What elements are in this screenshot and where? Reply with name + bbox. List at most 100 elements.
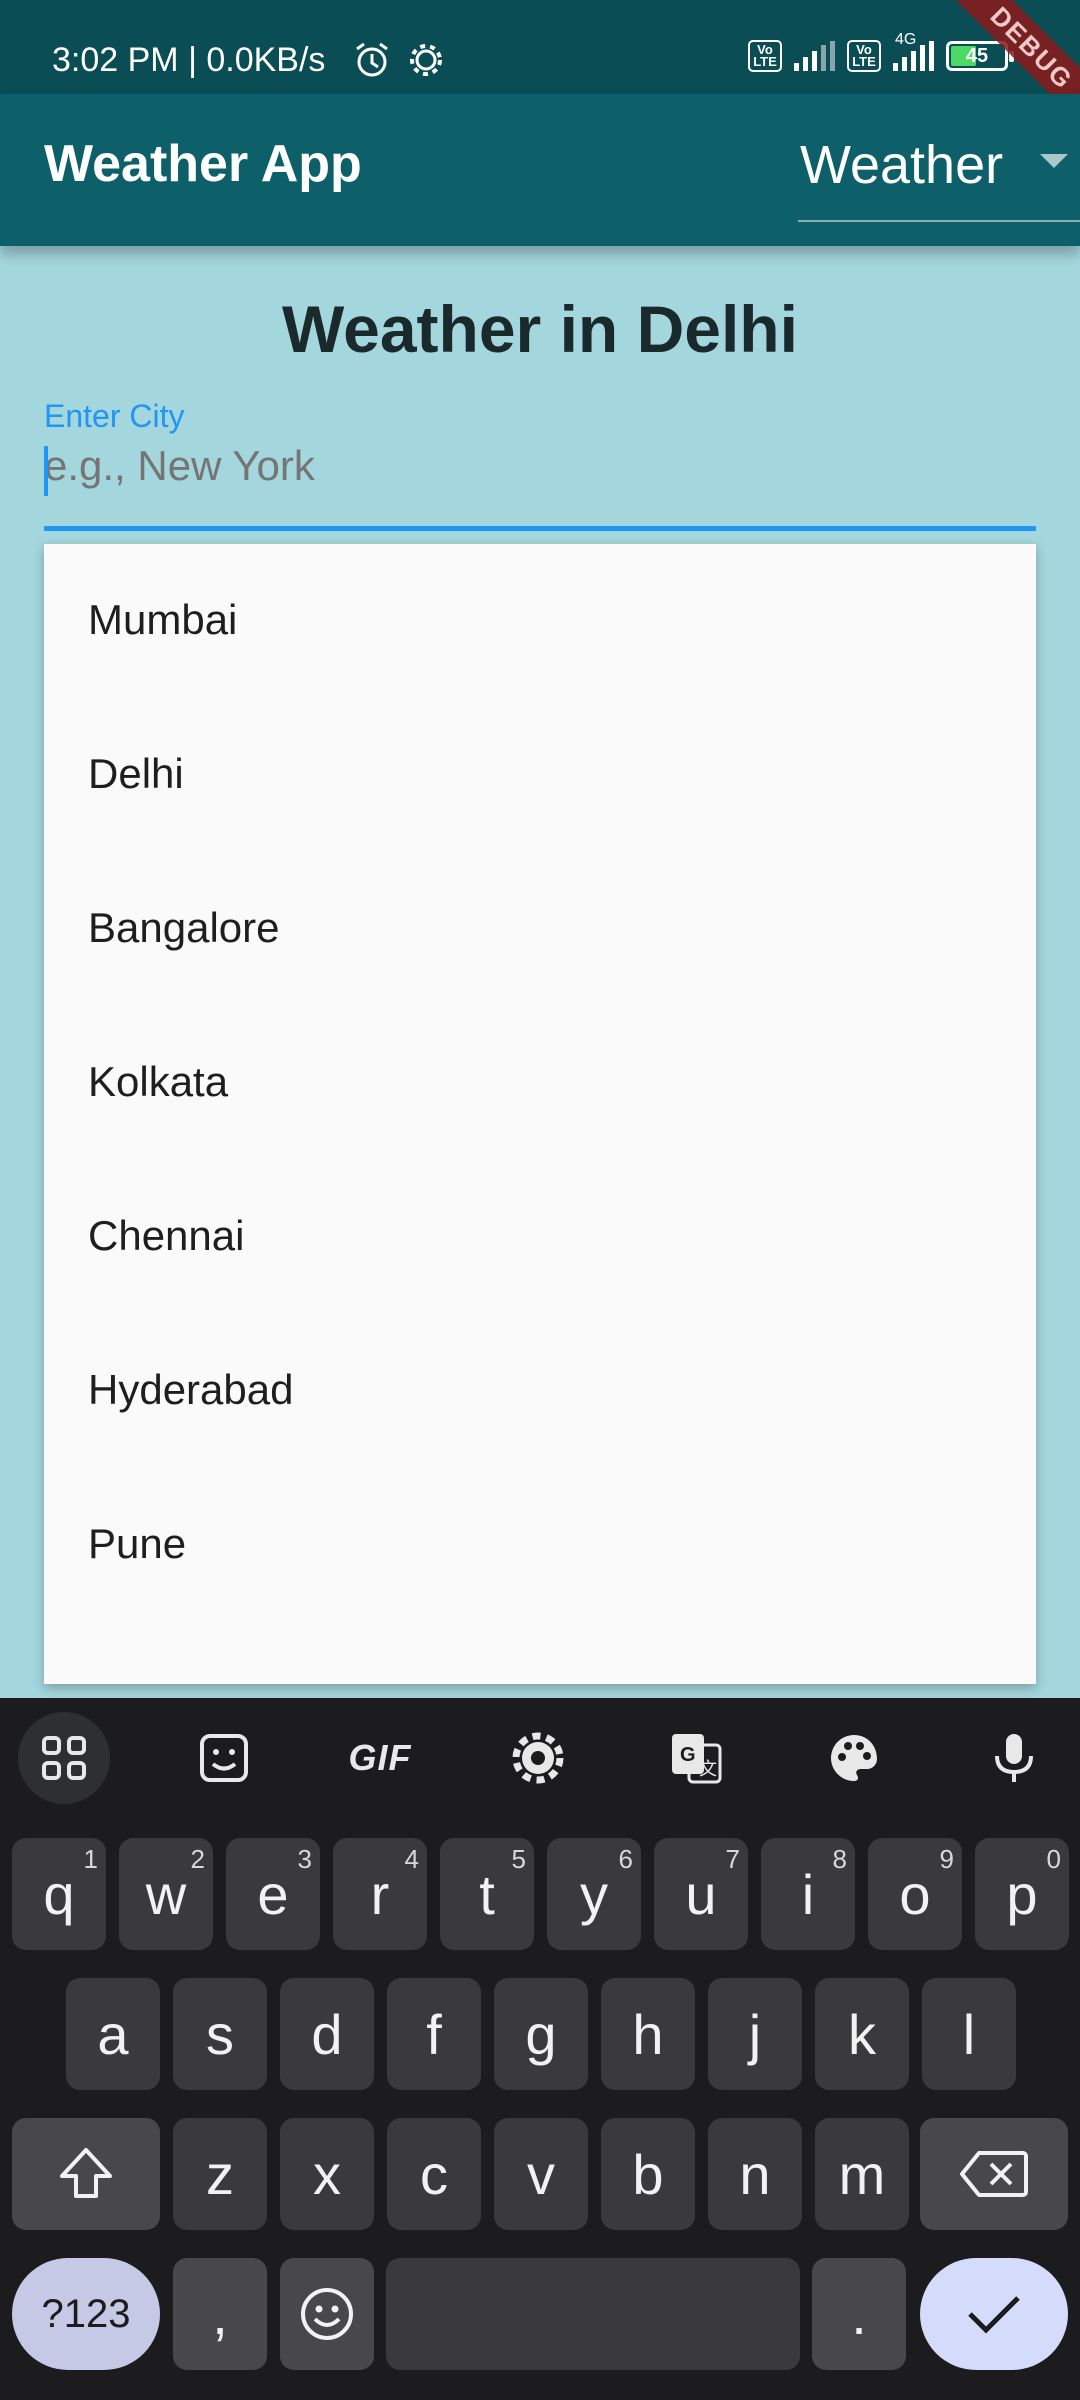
period-key[interactable]: .: [812, 2258, 906, 2370]
key-l[interactable]: l: [922, 1978, 1016, 2090]
signal-strength-icon: [794, 41, 835, 71]
key-hint: 2: [190, 1844, 205, 1874]
key-i[interactable]: i8: [761, 1838, 855, 1950]
checkmark-icon: [968, 2296, 1020, 2334]
symbols-key[interactable]: ?123: [12, 2258, 160, 2370]
suggestion-item[interactable]: Hyderabad: [44, 1314, 1036, 1468]
key-b[interactable]: b: [601, 2118, 695, 2230]
key-g[interactable]: g: [494, 1978, 588, 2090]
key-d[interactable]: d: [280, 1978, 374, 2090]
translate-icon[interactable]: G文: [650, 1712, 742, 1804]
suggestion-item[interactable]: Chennai: [44, 1160, 1036, 1314]
key-label: .: [851, 2282, 867, 2346]
suggestion-label: Delhi: [88, 750, 184, 797]
key-u[interactable]: u7: [654, 1838, 748, 1950]
network-type: 4G: [893, 31, 934, 71]
key-o[interactable]: o9: [868, 1838, 962, 1950]
city-suggestions-list: Mumbai Delhi Bangalore Kolkata Chennai H…: [44, 544, 1036, 1684]
key-label: v: [527, 2142, 555, 2206]
battery-level: 45: [965, 45, 989, 67]
key-hint: 3: [297, 1844, 312, 1874]
suggestion-item[interactable]: Mumbai: [44, 544, 1036, 698]
suggestion-item[interactable]: Bangalore: [44, 852, 1036, 1006]
key-label: u: [685, 1862, 717, 1926]
palette-icon[interactable]: [808, 1712, 900, 1804]
app-bar: Weather App Weather: [0, 94, 1080, 246]
city-input[interactable]: [44, 438, 1036, 494]
gear-icon[interactable]: [492, 1712, 584, 1804]
settings-gear-icon: [406, 40, 446, 85]
key-h[interactable]: h: [601, 1978, 695, 2090]
shift-arrow-icon: [60, 2148, 112, 2198]
key-e[interactable]: e3: [226, 1838, 320, 1950]
key-w[interactable]: w2: [119, 1838, 213, 1950]
key-k[interactable]: k: [815, 1978, 909, 2090]
key-label: a: [97, 2002, 129, 2066]
suggestion-label: Hyderabad: [88, 1366, 294, 1413]
key-v[interactable]: v: [494, 2118, 588, 2230]
key-f[interactable]: f: [387, 1978, 481, 2090]
status-time: 3:02 PM | 0.0KB/s: [52, 41, 326, 79]
key-a[interactable]: a: [66, 1978, 160, 2090]
key-j[interactable]: j: [708, 1978, 802, 2090]
suggestion-label: Pune: [88, 1520, 187, 1567]
text-cursor: [44, 446, 48, 496]
microphone-icon[interactable]: [968, 1712, 1060, 1804]
battery-icon: 45: [946, 41, 1014, 71]
enter-key[interactable]: [920, 2258, 1068, 2370]
emoji-icon: [301, 2288, 353, 2340]
suggestion-label: Mumbai: [88, 596, 238, 643]
key-label: e: [257, 1862, 289, 1926]
gif-label: GIF: [348, 1737, 412, 1778]
shift-key[interactable]: [12, 2118, 160, 2230]
chevron-down-icon: [1040, 154, 1068, 168]
suggestion-item[interactable]: Delhi: [44, 698, 1036, 852]
key-hint: 1: [83, 1844, 98, 1874]
key-hint: 8: [832, 1844, 847, 1874]
key-z[interactable]: z: [173, 2118, 267, 2230]
status-right-icons: Vo LTE Vo LTE 4G 45: [748, 31, 1014, 72]
status-bar: 3:02 PM | 0.0KB/s Vo LTE Vo LTE 4G 45 DE…: [0, 0, 1080, 140]
key-c[interactable]: c: [387, 2118, 481, 2230]
key-hint: 6: [618, 1844, 633, 1874]
key-r[interactable]: r4: [333, 1838, 427, 1950]
space-key[interactable]: [386, 2258, 800, 2370]
key-m[interactable]: m: [815, 2118, 909, 2230]
key-label: k: [848, 2002, 876, 2066]
key-q[interactable]: q1: [12, 1838, 106, 1950]
svg-text:G: G: [680, 1744, 696, 1766]
emoji-key[interactable]: [280, 2258, 374, 2370]
key-label: h: [632, 2002, 664, 2066]
keyboard-toolbar: GIF G文: [0, 1698, 1080, 1814]
volte-badge: Vo LTE: [748, 40, 782, 72]
city-field-label: Enter City: [44, 398, 185, 434]
key-n[interactable]: n: [708, 2118, 802, 2230]
sticker-icon[interactable]: [178, 1712, 270, 1804]
key-label: ,: [212, 2282, 228, 2346]
backspace-key[interactable]: [920, 2118, 1068, 2230]
suggestion-item[interactable]: Kolkata: [44, 1006, 1036, 1160]
key-label: o: [899, 1862, 931, 1926]
key-p[interactable]: p0: [975, 1838, 1069, 1950]
gif-button[interactable]: GIF: [334, 1712, 426, 1804]
suggestion-item[interactable]: Pune: [44, 1468, 1036, 1622]
suggestion-label: Kolkata: [88, 1058, 229, 1105]
backspace-icon: [960, 2151, 1028, 2197]
symbols-key-label: ?123: [41, 2291, 131, 2336]
key-x[interactable]: x: [280, 2118, 374, 2230]
key-hint: 5: [511, 1844, 526, 1874]
key-hint: 0: [1046, 1844, 1061, 1874]
key-label: i: [801, 1862, 815, 1926]
key-label: r: [370, 1862, 390, 1926]
key-label: y: [580, 1862, 608, 1926]
key-label: c: [420, 2142, 448, 2206]
view-dropdown[interactable]: Weather: [798, 122, 1080, 222]
key-t[interactable]: t5: [440, 1838, 534, 1950]
key-y[interactable]: y6: [547, 1838, 641, 1950]
status-left-icons: [352, 40, 446, 85]
key-label: x: [313, 2142, 341, 2206]
key-s[interactable]: s: [173, 1978, 267, 2090]
comma-key[interactable]: ,: [173, 2258, 267, 2370]
apps-grid-icon[interactable]: [18, 1712, 110, 1804]
key-label: s: [206, 2002, 234, 2066]
